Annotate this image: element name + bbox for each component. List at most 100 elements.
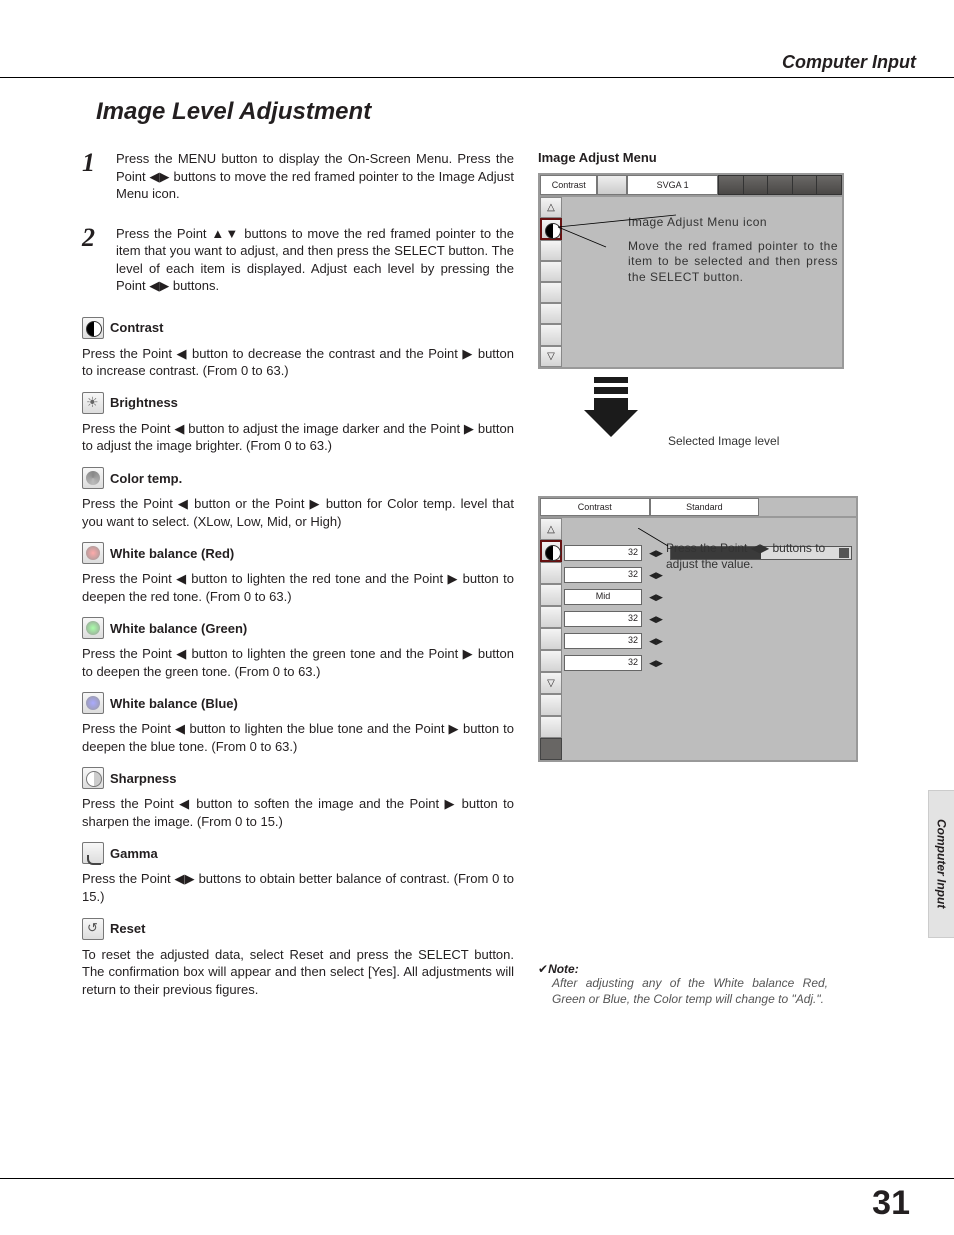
side-icon-column-2: △ ▽ xyxy=(540,518,562,760)
down-arrow-icon xyxy=(568,377,648,437)
side-tab-label: Computer Input xyxy=(935,819,949,908)
note-label: Note: xyxy=(548,962,579,976)
value-box: 32 xyxy=(564,567,642,583)
side-wb-green-icon xyxy=(540,303,562,324)
item-body: Press the Point ◀ button to lighten the … xyxy=(82,570,514,605)
page-number: 31 xyxy=(872,1184,910,1223)
menu-icon xyxy=(719,176,744,194)
left-right-arrows-icon: ◀▶ xyxy=(645,656,667,670)
item-wb-blue: White balance (Blue) Press the Point ◀ b… xyxy=(82,692,514,755)
system-icon xyxy=(597,175,627,195)
check-icon: ✔ xyxy=(538,962,548,976)
item-brightness: Brightness Press the Point ◀ button to a… xyxy=(82,392,514,455)
second-title-left: Contrast xyxy=(540,498,650,516)
value-box: Mid xyxy=(564,589,642,605)
side-wb-red-icon xyxy=(540,606,562,628)
rule-top xyxy=(0,77,954,78)
value-row: Mid ◀▶ xyxy=(564,586,852,608)
item-title: White balance (Red) xyxy=(110,546,234,561)
header-section: Computer Input xyxy=(38,52,916,77)
side-color-temp-icon xyxy=(540,584,562,606)
note-body: After adjusting any of the White balance… xyxy=(538,976,828,1007)
side-brightness-icon xyxy=(540,562,562,584)
left-right-arrows-icon: ◀▶ xyxy=(645,568,667,582)
note-block: ✔Note: After adjusting any of the White … xyxy=(538,962,858,1007)
callout-adjust-value: Press the Point ◀▶ buttons to adjust the… xyxy=(666,540,846,572)
side-wb-red-icon xyxy=(540,282,562,303)
sharpness-icon xyxy=(82,767,104,789)
figure-heading: Image Adjust Menu xyxy=(538,150,858,165)
rule-bottom xyxy=(0,1178,954,1179)
side-color-temp-icon xyxy=(540,261,562,282)
menu-icon xyxy=(768,176,793,194)
item-body: Press the Point ◀ button to lighten the … xyxy=(82,720,514,755)
scroll-up-icon: △ xyxy=(540,518,562,540)
menu-icon xyxy=(793,176,818,194)
item-body: Press the Point ◀ button to lighten the … xyxy=(82,645,514,680)
item-wb-green: White balance (Green) Press the Point ◀ … xyxy=(82,617,514,680)
page-title: Image Level Adjustment xyxy=(96,98,916,126)
side-tab: Computer Input xyxy=(928,790,954,938)
side-icon-column: △ ▽ xyxy=(540,197,562,367)
side-wb-green-icon xyxy=(540,628,562,650)
item-contrast: Contrast Press the Point ◀ button to dec… xyxy=(82,317,514,380)
step-1: 1 Press the MENU button to display the O… xyxy=(82,150,514,203)
color-temp-icon xyxy=(82,467,104,489)
item-title: White balance (Blue) xyxy=(110,696,238,711)
item-title: Gamma xyxy=(110,846,158,861)
step-body: Press the Point ▲▼ buttons to move the r… xyxy=(116,225,514,295)
menu-icon xyxy=(817,176,841,194)
item-sharpness: Sharpness Press the Point ◀ button to so… xyxy=(82,767,514,830)
value-row: 32 ◀▶ xyxy=(564,608,852,630)
right-column: Image Adjust Menu Contrast SVGA 1 xyxy=(538,150,858,1010)
item-title: White balance (Green) xyxy=(110,621,247,636)
left-right-arrows-icon: ◀▶ xyxy=(645,612,667,626)
item-title: Reset xyxy=(110,921,145,936)
wb-green-icon xyxy=(82,617,104,639)
value-row: 32 ◀▶ xyxy=(564,630,852,652)
step-number: 2 xyxy=(82,225,104,295)
scroll-up-icon: △ xyxy=(540,197,562,218)
side-wb-blue-icon xyxy=(540,324,562,345)
item-title: Sharpness xyxy=(110,771,176,786)
reset-icon xyxy=(540,694,562,716)
wb-blue-icon xyxy=(82,692,104,714)
menu-label-mode: SVGA 1 xyxy=(627,175,718,195)
gamma-icon xyxy=(82,842,104,864)
reset-icon xyxy=(82,918,104,940)
value-row: 32 ◀▶ xyxy=(564,652,852,674)
callout-menu-icon: Image Adjust Menu icon xyxy=(628,215,838,231)
item-body: Press the Point ◀ button to decrease the… xyxy=(82,345,514,380)
item-title: Brightness xyxy=(110,395,178,410)
side-wb-blue-icon xyxy=(540,650,562,672)
value-box: 32 xyxy=(564,655,642,671)
callout-move-pointer: Move the red framed pointer to the item … xyxy=(628,239,838,286)
item-body: To reset the adjusted data, select Reset… xyxy=(82,946,514,999)
item-gamma: Gamma Press the Point ◀▶ buttons to obta… xyxy=(82,842,514,905)
item-body: Press the Point ◀ button or the Point ▶ … xyxy=(82,495,514,530)
item-body: Press the Point ◀ button to adjust the i… xyxy=(82,420,514,455)
item-body: Press the Point ◀▶ buttons to obtain bet… xyxy=(82,870,514,905)
scroll-down-icon: ▽ xyxy=(540,672,562,694)
quit-icon xyxy=(540,738,562,760)
scroll-down-icon: ▽ xyxy=(540,346,562,367)
side-brightness-icon xyxy=(540,240,562,261)
menu-icon-strip xyxy=(718,175,842,195)
step-body: Press the MENU button to display the On-… xyxy=(116,150,514,203)
brightness-icon xyxy=(82,392,104,414)
step-number: 1 xyxy=(82,150,104,203)
menu-icon xyxy=(744,176,769,194)
value-box: 32 xyxy=(564,611,642,627)
menu-figure-top: Contrast SVGA 1 △ xyxy=(538,173,844,369)
menu-figure-bottom-header: Contrast Standard xyxy=(538,496,858,518)
wb-red-icon xyxy=(82,542,104,564)
side-contrast-icon xyxy=(540,540,562,562)
store-icon xyxy=(540,716,562,738)
second-title-right: Standard xyxy=(650,498,760,516)
item-color-temp: Color temp. Press the Point ◀ button or … xyxy=(82,467,514,530)
contrast-icon xyxy=(82,317,104,339)
item-body: Press the Point ◀ button to soften the i… xyxy=(82,795,514,830)
left-right-arrows-icon: ◀▶ xyxy=(645,590,667,604)
value-box: 32 xyxy=(564,633,642,649)
item-title: Color temp. xyxy=(110,471,182,486)
